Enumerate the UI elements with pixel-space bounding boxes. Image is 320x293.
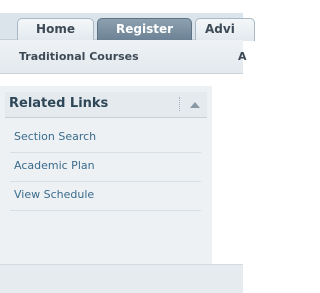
tab-register[interactable]: Register [97, 18, 192, 41]
tab-advising[interactable]: Advi [195, 18, 255, 41]
subnav-traditional-courses[interactable]: Traditional Courses [19, 50, 139, 63]
related-links-panel: Related Links Section Search Academic Pl… [0, 86, 212, 264]
top-strip [0, 0, 243, 13]
link-view-schedule[interactable]: View Schedule [10, 182, 201, 211]
sub-navigation: Traditional Courses A [0, 40, 247, 74]
footer-bar [0, 264, 243, 293]
header-divider [179, 97, 180, 111]
related-links-title: Related Links [9, 96, 109, 111]
tab-home[interactable]: Home [17, 18, 94, 41]
main-tab-bar: Home Register Advi [0, 13, 255, 41]
collapse-up-icon[interactable] [187, 97, 203, 113]
link-academic-plan[interactable]: Academic Plan [10, 153, 201, 182]
subnav-next-item[interactable]: A [238, 50, 247, 63]
related-links-header: Related Links [5, 92, 207, 118]
link-section-search[interactable]: Section Search [10, 124, 201, 153]
